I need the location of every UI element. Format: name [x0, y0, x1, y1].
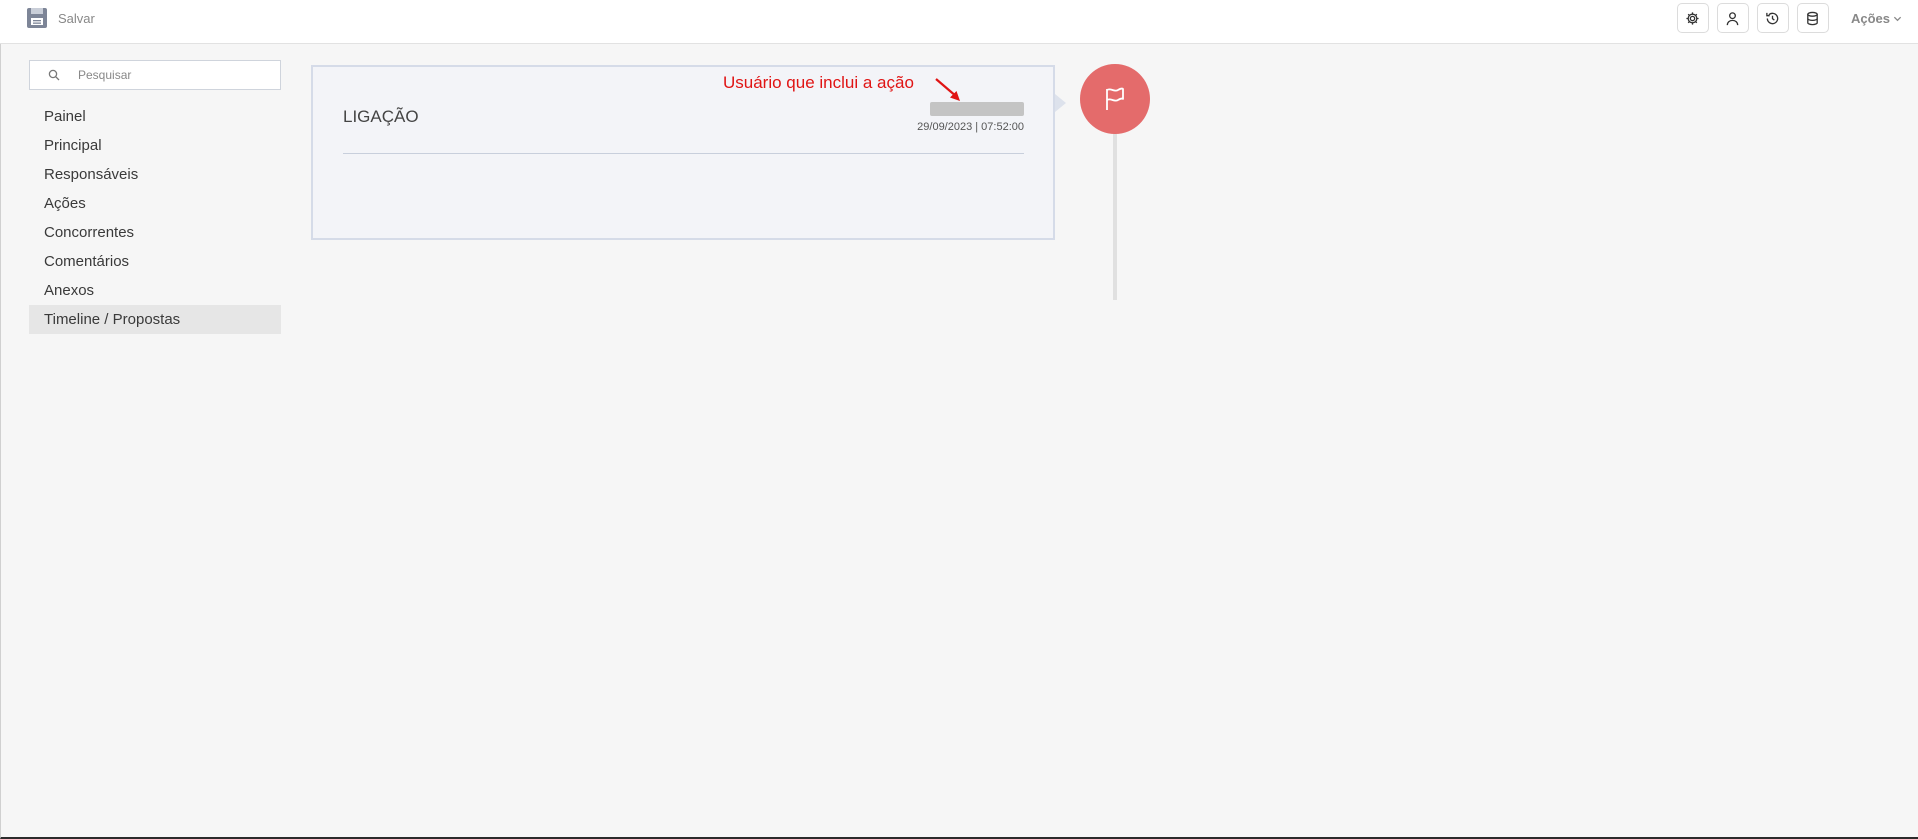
history-button[interactable]	[1756, 3, 1789, 33]
entry-title: LIGAÇÃO	[343, 107, 419, 126]
sidebar-item-concorrentes[interactable]: Concorrentes	[29, 218, 281, 247]
annotation-arrow-icon	[935, 78, 960, 101]
flag-icon	[1106, 87, 1124, 110]
gear-icon	[1686, 11, 1700, 25]
user-button[interactable]	[1716, 3, 1749, 33]
user-icon	[1727, 11, 1739, 25]
chevron-down-icon	[1893, 16, 1902, 21]
database-icon	[1807, 11, 1819, 25]
sidebar-item-principal[interactable]: Principal	[29, 131, 281, 160]
history-icon	[1766, 12, 1779, 24]
settings-button[interactable]	[1676, 3, 1709, 33]
entry-user-redacted	[930, 102, 1024, 116]
sidebar-item-timeline-propostas[interactable]: Timeline / Propostas	[29, 305, 281, 334]
sidebar-item-responsaveis[interactable]: Responsáveis	[29, 160, 281, 189]
search-box	[29, 60, 281, 90]
actions-label: Ações	[1850, 10, 1890, 26]
entry-divider	[343, 153, 1024, 154]
sidebar-nav: Painel Principal Responsáveis Ações Conc…	[29, 102, 281, 334]
top-bar: Salvar Ações	[0, 0, 1918, 44]
card-pointer	[1055, 94, 1066, 112]
timeline-line	[1113, 130, 1117, 300]
sidebar: Painel Principal Responsáveis Ações Conc…	[29, 60, 281, 334]
sidebar-item-comentarios[interactable]: Comentários	[29, 247, 281, 276]
actions-dropdown[interactable]: Ações	[1847, 11, 1906, 26]
floppy-disk-icon	[27, 8, 47, 28]
top-actions: Ações	[1676, 3, 1918, 33]
sidebar-item-acoes[interactable]: Ações	[29, 189, 281, 218]
search-icon	[48, 69, 60, 81]
sidebar-item-painel[interactable]: Painel	[29, 102, 281, 131]
sidebar-item-anexos[interactable]: Anexos	[29, 276, 281, 305]
save-button[interactable]: Salvar	[26, 6, 95, 30]
entry-datetime: 29/09/2023 | 07:52:00	[917, 121, 1024, 133]
database-button[interactable]	[1796, 3, 1829, 33]
search-input[interactable]	[78, 68, 258, 82]
timeline-marker	[1080, 64, 1150, 134]
annotation-text: Usuário que inclui a ação	[723, 73, 914, 92]
save-label: Salvar	[58, 10, 95, 26]
